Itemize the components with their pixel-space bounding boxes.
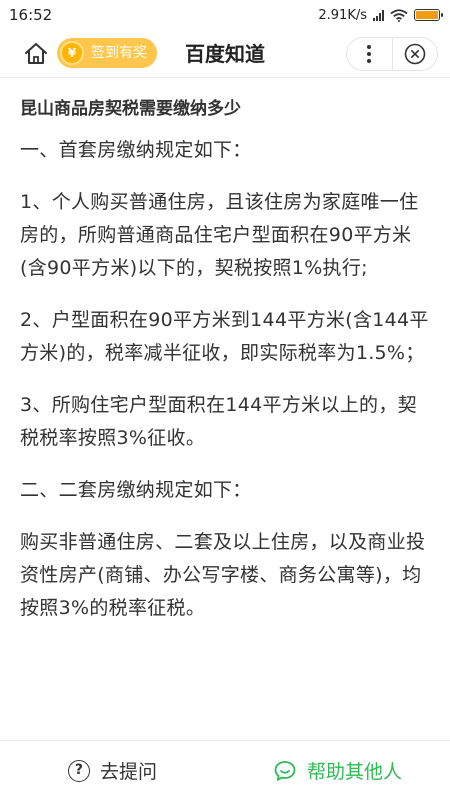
- coin-icon: ¥: [60, 41, 84, 65]
- battery-fill: [416, 11, 438, 19]
- answer-paragraph: 3、所购住宅户型面积在144平方米以上的，契税税率按照3%征收。: [20, 394, 417, 449]
- help-label: 帮助其他人: [306, 761, 402, 783]
- nav-bar: 百度知道 ¥ 签到有奖: [0, 30, 450, 78]
- answer-paragraph: 购买非普通住房、二套及以上住房，以及商业投资性房产(商铺、办公写字楼、商务公寓等…: [20, 531, 426, 619]
- home-icon[interactable]: [23, 41, 49, 67]
- mini-app-capsule: [346, 37, 438, 71]
- answer-content: 一、首套房缴纳规定如下： 1、个人购买普通住房，且该住房为家庭唯一住房的，所购普…: [20, 134, 435, 644]
- answer-paragraph: 一、首套房缴纳规定如下：: [20, 139, 252, 161]
- battery-icon: [414, 9, 443, 21]
- close-button[interactable]: [393, 38, 438, 70]
- question-title: 昆山商品房契税需要缴纳多少: [20, 99, 241, 119]
- ask-question-button[interactable]: ? 去提问: [0, 741, 225, 800]
- more-button[interactable]: [347, 38, 393, 70]
- bottom-action-bar: ? 去提问 帮助其他人: [0, 740, 450, 800]
- ask-label: 去提问: [99, 761, 157, 783]
- signin-label: 签到有奖: [91, 45, 147, 61]
- help-others-button[interactable]: 帮助其他人: [225, 741, 450, 800]
- question-icon: ?: [67, 759, 90, 782]
- close-icon: [404, 43, 426, 65]
- answer-paragraph: 二、二套房缴纳规定如下：: [20, 479, 252, 501]
- status-bar: 16:52 2.91K/s: [0, 0, 450, 30]
- more-icon: [367, 45, 372, 63]
- net-speed: 2.91K/s: [318, 7, 367, 23]
- status-time: 16:52: [9, 6, 53, 24]
- signin-reward-button[interactable]: ¥ 签到有奖: [57, 38, 157, 68]
- answer-paragraph: 1、个人购买普通住房，且该住房为家庭唯一住房的，所购普通商品住宅户型面积在90平…: [20, 191, 419, 279]
- chat-icon: [274, 760, 296, 781]
- wifi-icon: [390, 8, 408, 22]
- answer-paragraph: 2、户型面积在90平方米到144平方米(含144平方米)的，税率减半征收，即实际…: [20, 309, 429, 364]
- status-indicators: 2.91K/s: [318, 7, 443, 23]
- signal-icon: [373, 9, 384, 21]
